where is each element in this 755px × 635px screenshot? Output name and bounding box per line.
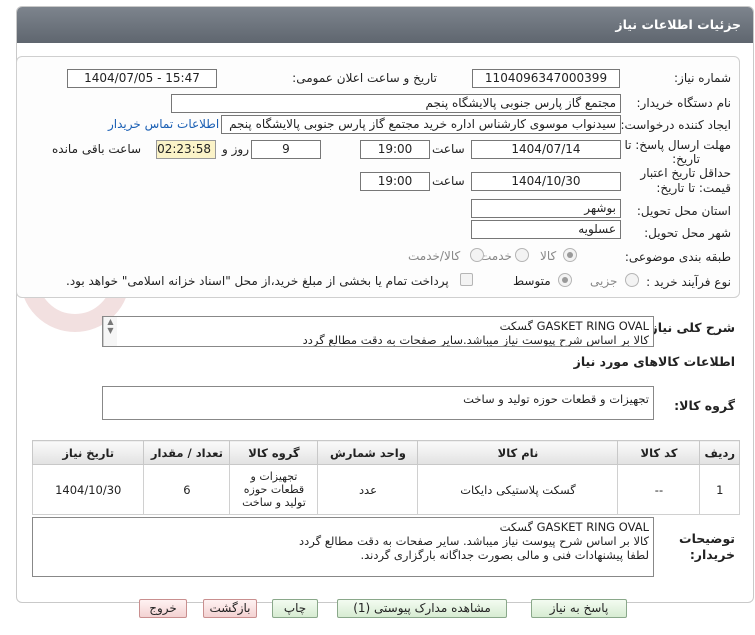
general-desc-scrollbar[interactable]: ▲ ▼ xyxy=(103,317,117,346)
process-label: نوع فرآیند خرید : xyxy=(646,275,731,289)
category-radio-goods[interactable] xyxy=(563,248,577,262)
process-radio-minor[interactable] xyxy=(625,273,639,287)
cell-name: گسکت پلاستیکی دایکات xyxy=(417,464,619,515)
buyer-notes-line-1: GASKET RING OVAL گسکت xyxy=(499,520,649,534)
cell-qty: 6 xyxy=(143,464,231,515)
deadline-time-label: ساعت xyxy=(432,142,465,156)
general-desc-line-1: GASKET RING OVAL گسکت xyxy=(499,319,649,333)
buyer-notes-label-2: خریدار: xyxy=(689,547,735,562)
validity-label-1: حداقل تاریخ اعتبار xyxy=(640,166,731,180)
category-radio-service[interactable] xyxy=(515,248,529,262)
announce-label: تاریخ و ساعت اعلان عمومی: xyxy=(292,71,437,85)
process-option-medium: متوسط xyxy=(513,274,551,288)
general-desc-label: شرح کلی نیاز: xyxy=(645,320,735,335)
category-option-service: خدمت xyxy=(480,249,512,263)
buyer-field: مجتمع گاز پارس جنوبی پالایشگاه پنجم xyxy=(171,94,621,113)
category-option-goods-service: کالا/خدمت xyxy=(408,249,461,263)
col-row: ردیف xyxy=(699,440,740,465)
category-radio-goods-service[interactable] xyxy=(470,248,484,262)
remaining-label: ساعت باقی مانده xyxy=(52,142,142,156)
cell-group: تجهیزات و قطعات حوزه تولید و ساخت xyxy=(229,464,319,515)
cell-date: 1404/10/30 xyxy=(31,464,145,515)
attachments-button[interactable]: مشاهده مدارک پیوستی (1) xyxy=(337,599,507,618)
cell-code: -- xyxy=(617,464,701,515)
announce-field: 1404/07/05 - 15:47 xyxy=(67,69,217,88)
validity-date-field: 1404/10/30 xyxy=(471,172,621,191)
validity-label-2: قیمت: تا تاریخ: xyxy=(656,181,731,195)
general-desc-textarea: GASKET RING OVAL گسکت کالا بر اساس شرح پ… xyxy=(102,316,654,347)
col-name: نام کالا xyxy=(417,440,619,465)
process-radio-medium[interactable] xyxy=(558,273,572,287)
scroll-down-icon[interactable]: ▼ xyxy=(104,326,117,335)
col-date: تاریخ نیاز xyxy=(31,440,145,465)
buyer-notes-textarea: GASKET RING OVAL گسکت کالا بر اساس شرح پ… xyxy=(32,517,654,577)
cell-unit: عدد xyxy=(317,464,419,515)
buyer-notes-label-1: توضیحات xyxy=(679,531,735,546)
general-desc-line-2: کالا بر اساس شرح پیوست نیاز میباشد.سایر … xyxy=(302,333,649,347)
page-title: جزئیات اطلاعات نیاز xyxy=(615,17,741,32)
cell-row: 1 xyxy=(699,464,740,515)
creator-label: ایجاد کننده درخواست: xyxy=(620,118,731,132)
treasury-checkbox[interactable] xyxy=(460,273,473,286)
exit-button[interactable]: خروج xyxy=(139,599,187,618)
creator-field: سیدنواب موسوی کارشناس اداره خرید مجتمع گ… xyxy=(221,115,621,134)
category-label: طبقه بندی موضوعی: xyxy=(624,250,731,264)
goods-info-title: اطلاعات کالاهای مورد نیاز xyxy=(573,354,735,369)
province-field: بوشهر xyxy=(471,199,621,218)
need-number-label: شماره نیاز: xyxy=(674,71,731,85)
print-button[interactable]: چاپ xyxy=(272,599,318,618)
col-group: گروه کالا xyxy=(229,440,319,465)
days-field: 9 xyxy=(251,140,321,159)
back-button[interactable]: بازگشت xyxy=(203,599,257,618)
buyer-notes-line-3: لطفا پیشنهادات فنی و مالی بصورت جداگانه … xyxy=(360,548,649,562)
validity-time-label: ساعت xyxy=(432,174,465,188)
col-code: کد کالا xyxy=(617,440,701,465)
deadline-label-2: تاریخ: xyxy=(672,152,700,166)
buyer-label: نام دستگاه خریدار: xyxy=(636,96,732,110)
table-row[interactable]: 1 -- گسکت پلاستیکی دایکات عدد تجهیزات و … xyxy=(31,464,740,515)
goods-group-label: گروه کالا: xyxy=(674,398,735,413)
city-field: عسلویه xyxy=(471,220,621,239)
category-option-goods: کالا xyxy=(540,249,557,263)
scroll-up-icon[interactable]: ▲ xyxy=(104,317,117,326)
deadline-date-field: 1404/07/14 xyxy=(471,140,621,159)
province-label: استان محل تحویل: xyxy=(636,204,731,218)
items-table: ردیف کد کالا نام کالا واحد شمارش گروه کا… xyxy=(31,440,740,515)
respond-button[interactable]: پاسخ به نیاز xyxy=(531,599,627,618)
page-header: جزئیات اطلاعات نیاز xyxy=(17,7,753,43)
remaining-time-field: 02:23:58 xyxy=(156,140,216,159)
goods-group-field: تجهیزات و قطعات حوزه تولید و ساخت xyxy=(102,386,654,420)
col-qty: تعداد / مقدار xyxy=(143,440,231,465)
days-label: روز و xyxy=(222,142,249,156)
buyer-contact-link[interactable]: اطلاعات تماس خریدار xyxy=(108,117,219,131)
col-unit: واحد شمارش xyxy=(317,440,419,465)
city-label: شهر محل تحویل: xyxy=(644,226,731,240)
buyer-notes-line-2: کالا بر اساس شرح پیوست نیاز میباشد. سایر… xyxy=(298,534,649,548)
items-table-header: ردیف کد کالا نام کالا واحد شمارش گروه کا… xyxy=(31,440,740,465)
payment-note: پرداخت تمام یا بخشی از مبلغ خرید،از محل … xyxy=(66,274,449,288)
deadline-label-1: مهلت ارسال پاسخ: تا xyxy=(624,138,731,152)
validity-time-field: 19:00 xyxy=(360,172,430,191)
need-number-field: 1104096347000399 xyxy=(472,69,620,88)
deadline-time-field: 19:00 xyxy=(360,140,430,159)
goods-group-value: تجهیزات و قطعات حوزه تولید و ساخت xyxy=(463,392,649,406)
process-option-minor: جزیی xyxy=(590,274,618,288)
